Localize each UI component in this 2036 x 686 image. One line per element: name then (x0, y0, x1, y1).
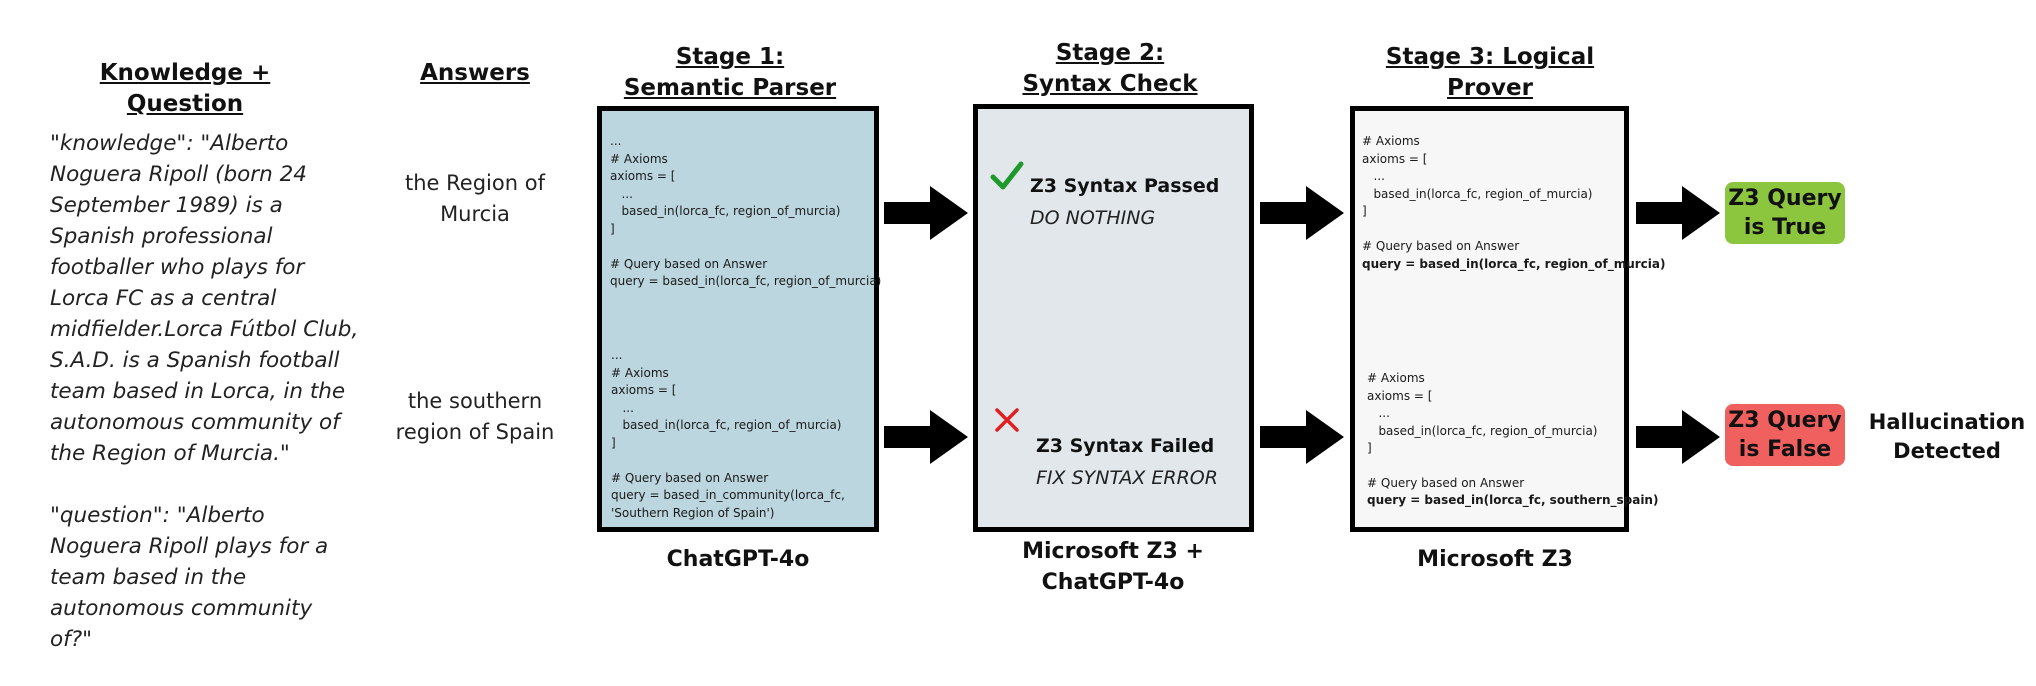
stage1-box: ... # Axioms axioms = [ ... based_in(lor… (597, 106, 882, 532)
answer-bottom: the southern region of Spain (395, 389, 555, 444)
stage2-header: Stage 2: Syntax Check (1022, 40, 1198, 97)
stage2-footer-line2: ChatGPT-4o (1041, 570, 1185, 595)
hallucination-detected-label: Hallucination Detected (1868, 410, 2026, 463)
stage3-top-code: # Axioms axioms = [ ... based_in(lorca_f… (1362, 134, 1593, 253)
arrow-right-icon (1260, 410, 1344, 464)
arrow-right-icon (1260, 186, 1344, 240)
arrow-right-icon (1636, 186, 1720, 240)
question-text: "question": "Alberto Noguera Ripoll play… (50, 503, 329, 652)
stage2-footer-line1: Microsoft Z3 + (1022, 539, 1204, 564)
stage2-footer: Microsoft Z3 + ChatGPT-4o (990, 536, 1236, 598)
stage3-footer: Microsoft Z3 (1417, 547, 1573, 572)
stage2-bottom-action: FIX SYNTAX ERROR (1036, 467, 1218, 489)
knowledge-question-header: Knowledge + Question (99, 60, 271, 117)
stage3-bottom-code: # Axioms axioms = [ ... based_in(lorca_f… (1367, 371, 1598, 490)
stage2-box: Z3 Syntax Passed DO NOTHING Z3 Syntax Fa… (973, 104, 1254, 532)
arrow-right-icon (1636, 410, 1720, 464)
z3-query-true-badge: Z3 Query is True (1725, 182, 1845, 244)
knowledge-question-text: "knowledge": "Alberto Noguera Ripoll (bo… (50, 128, 360, 686)
check-icon (990, 161, 1024, 190)
stage2-bottom-status: Z3 Syntax Failed (1036, 435, 1215, 457)
stage2-top-action: DO NOTHING (1030, 207, 1156, 229)
answers-header: Answers (420, 60, 530, 86)
stage2-top-status: Z3 Syntax Passed (1030, 175, 1220, 197)
stage1-bottom-code: ... # Axioms axioms = [ ... based_in(lor… (611, 348, 845, 520)
cross-icon (995, 408, 1019, 432)
stage3-top-query: query = based_in(lorca_fc, region_of_mur… (1362, 257, 1666, 271)
stage3-bottom-query: query = based_in(lorca_fc, southern_spai… (1367, 493, 1659, 507)
stage2-top-status-block: Z3 Syntax Passed DO NOTHING (1030, 175, 1250, 229)
stage1-header: Stage 1: Semantic Parser (623, 44, 837, 101)
z3-query-false-badge: Z3 Query is False (1725, 404, 1845, 466)
stage3-header: Stage 3: Logical Prover (1385, 44, 1595, 101)
stage1-footer: ChatGPT-4o (666, 547, 810, 572)
arrow-right-icon (884, 410, 968, 464)
answer-top: the Region of Murcia (405, 171, 545, 226)
arrow-right-icon (884, 186, 968, 240)
stage3-box: # Axioms axioms = [ ... based_in(lorca_f… (1350, 106, 1665, 532)
knowledge-text: "knowledge": "Alberto Noguera Ripoll (bo… (50, 131, 359, 466)
stage2-bottom-status-block: Z3 Syntax Failed FIX SYNTAX ERROR (1036, 435, 1256, 489)
stage1-top-code: ... # Axioms axioms = [ ... based_in(lor… (610, 134, 882, 288)
